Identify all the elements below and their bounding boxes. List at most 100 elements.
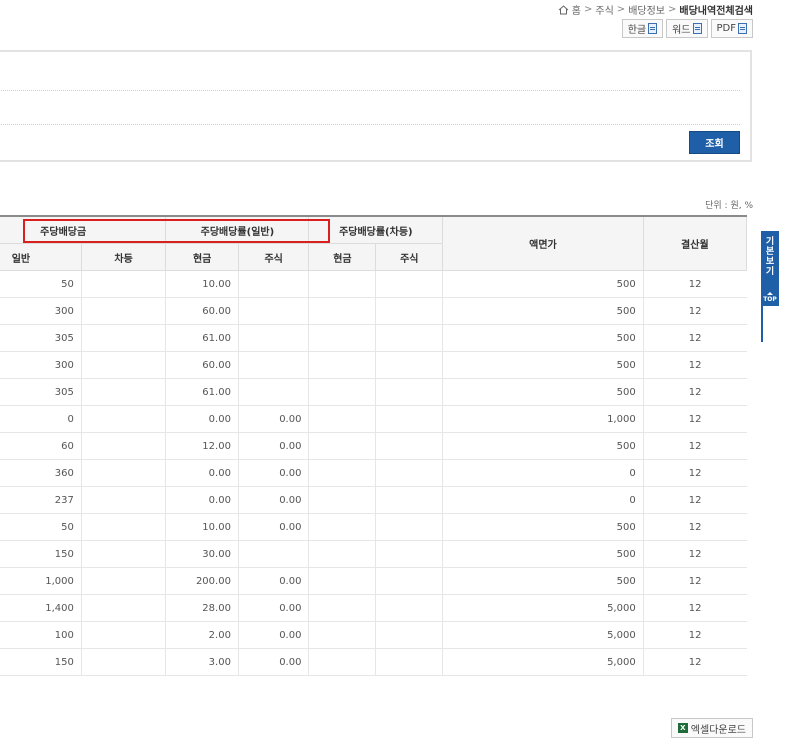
cell-per-share-diff [80,648,166,676]
cell-rate-general-stock: 0.00 [237,405,309,433]
home-icon[interactable] [558,4,569,15]
export-word-label: 워드 [672,25,691,36]
cell-rate-general-stock [237,351,309,379]
cell-rate-diff-cash [308,351,376,379]
cell-rate-general-cash: 61.00 [165,324,239,352]
cell-rate-general-cash: 61.00 [165,378,239,406]
cell-par-value: 0 [442,459,644,487]
cell-rate-general-cash: 28.00 [165,594,239,622]
breadcrumb-separator: > [616,4,626,15]
breadcrumb-home[interactable]: 홈 [572,2,581,17]
cell-rate-general-stock [237,540,309,568]
export-hangul-button[interactable]: 한글 [621,19,664,38]
search-button[interactable]: 조회 [689,131,740,154]
export-hangul-label: 한글 [627,25,647,36]
cell-rate-diff-cash [308,324,376,352]
cell-rate-diff-cash [308,297,376,325]
cell-rate-diff-stock [375,378,443,406]
cell-par-value: 1,000 [442,405,644,433]
table-row: 100 2.00 0.00 5,000 12 [0,621,747,649]
cell-par-value: 5,000 [442,648,644,676]
table-row: 150 3.00 0.00 5,000 12 [0,648,747,676]
cell-per-share-diff [80,270,166,298]
cell-settle-month: 12 [642,270,747,298]
cell-rate-diff-stock [375,648,443,676]
header-div-rate-general: 주당배당률(일반) [165,215,310,244]
cell-per-share-general: 0 [0,405,82,433]
cell-per-share-diff [80,513,166,541]
cell-rate-general-stock: 0.00 [237,648,309,676]
cell-rate-general-cash: 0.00 [165,405,239,433]
cell-rate-general-stock [237,378,309,406]
cell-rate-diff-cash [308,648,376,676]
table-row: 360 0.00 0.00 0 12 [0,459,747,487]
word-doc-icon [692,23,702,34]
side-view-tab[interactable]: 기본보기 TOP [761,231,779,306]
cell-par-value: 500 [442,324,644,352]
cell-rate-diff-cash [308,270,376,298]
scroll-top-label: TOP [763,296,777,303]
breadcrumb-separator: > [584,4,593,15]
cell-settle-month: 12 [642,351,747,379]
cell-rate-general-stock [237,297,309,325]
subheader-stock: 주식 [237,243,310,271]
excel-download-button[interactable]: X 엑셀다운로드 [670,718,753,738]
export-word-button[interactable]: 워드 [666,19,708,38]
cell-rate-general-cash: 2.00 [165,621,239,649]
cell-par-value: 500 [442,297,644,325]
cell-per-share-diff [80,351,166,379]
subheader-cash: 현금 [165,243,239,271]
cell-rate-general-stock: 0.00 [237,513,309,541]
cell-rate-general-cash: 3.00 [165,648,239,676]
search-row-divider [0,124,740,125]
cell-per-share-diff [80,621,166,649]
cell-rate-general-cash: 0.00 [165,459,239,487]
cell-rate-general-stock: 0.00 [237,486,309,514]
scroll-top-button[interactable]: TOP [761,292,779,303]
cell-rate-general-stock: 0.00 [237,567,309,595]
export-pdf-button[interactable]: PDF [710,19,753,38]
cell-per-share-diff [80,459,166,487]
cell-per-share-general: 360 [0,459,82,487]
cell-per-share-general: 1,400 [0,594,82,622]
cell-per-share-general: 50 [0,513,82,541]
cell-par-value: 5,000 [442,621,644,649]
breadcrumb: 홈 > 주식 > 배당정보 > 배당내역전체검색 [558,2,753,17]
table-row: 300 60.00 500 12 [0,297,747,325]
subheader-cash: 현금 [308,243,377,271]
cell-rate-general-stock: 0.00 [237,459,309,487]
breadcrumb-item-stock[interactable]: 주식 [595,2,613,17]
cell-per-share-diff [80,540,166,568]
cell-rate-diff-cash [308,405,376,433]
cell-settle-month: 12 [642,567,747,595]
cell-per-share-general: 100 [0,621,82,649]
cell-rate-general-cash: 10.00 [165,513,239,541]
cell-per-share-diff [80,594,166,622]
cell-rate-diff-cash [308,459,376,487]
cell-per-share-general: 150 [0,648,82,676]
cell-per-share-general: 50 [0,270,82,298]
cell-rate-diff-cash [308,513,376,541]
table-row: 50 10.00 0.00 500 12 [0,513,747,541]
cell-rate-diff-stock [375,324,443,352]
cell-per-share-general: 300 [0,351,82,379]
cell-settle-month: 12 [642,432,747,460]
hangul-doc-icon [648,23,658,34]
header-div-rate-diff: 주당배당률(차등) [308,215,444,244]
cell-per-share-diff [80,378,166,406]
table-row: 60 12.00 0.00 500 12 [0,432,747,460]
cell-settle-month: 12 [642,405,747,433]
cell-par-value: 500 [442,351,644,379]
cell-rate-general-stock: 0.00 [237,621,309,649]
excel-download-label: 엑셀다운로드 [690,724,746,736]
cell-per-share-general: 237 [0,486,82,514]
cell-rate-general-stock: 0.00 [237,594,309,622]
cell-rate-diff-cash [308,486,376,514]
breadcrumb-item-dividend-info[interactable]: 배당정보 [628,2,665,17]
cell-rate-general-stock: 0.00 [237,432,309,460]
cell-rate-general-cash: 200.00 [165,567,239,595]
cell-per-share-diff [80,405,166,433]
cell-par-value: 500 [442,567,644,595]
cell-rate-general-cash: 0.00 [165,486,239,514]
cell-settle-month: 12 [642,540,747,568]
